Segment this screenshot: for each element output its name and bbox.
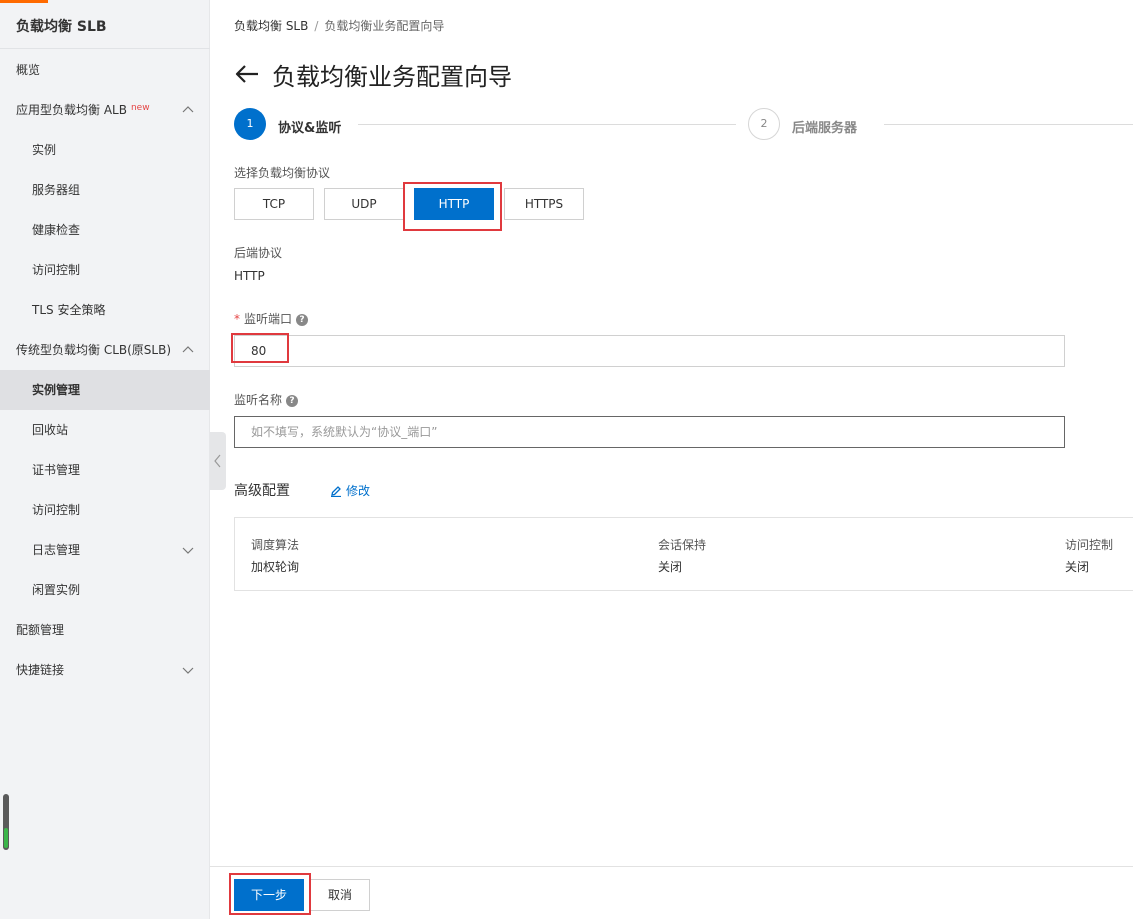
sidebar-item-label: 日志管理 xyxy=(32,543,81,557)
step-1-label: 协议&监听 xyxy=(278,121,342,136)
wizard-steps: 1 协议&监听 2 后端服务器 xyxy=(234,108,1133,140)
adv-key: 访问控制 xyxy=(1065,538,1114,552)
sidebar-item-alb[interactable]: 应用型负载均衡 ALB new xyxy=(0,90,210,130)
sidebar-item-clb[interactable]: 传统型负载均衡 CLB(原SLB) xyxy=(0,330,210,370)
sidebar-item-label: 实例管理 xyxy=(32,383,81,397)
sidebar-item-label: 传统型负载均衡 CLB(原SLB) xyxy=(16,343,172,357)
adv-key: 会话保持 xyxy=(658,538,707,552)
chevron-left-icon xyxy=(214,454,221,468)
adv-value: 关闭 xyxy=(1065,560,1090,574)
scroll-indicator[interactable] xyxy=(3,794,9,850)
new-badge: new xyxy=(130,103,150,113)
breadcrumb-root[interactable]: 负载均衡 SLB xyxy=(234,19,308,33)
listener-name-placeholder: 如不填写，系统默认为“协议_端口” xyxy=(251,425,438,439)
sidebar-item-label: 访问控制 xyxy=(32,263,81,277)
advanced-config-summary: 调度算法 加权轮询 会话保持 关闭 访问控制 关闭 xyxy=(234,517,1133,591)
sidebar-item-label: 证书管理 xyxy=(32,463,81,477)
sidebar-brand: 负载均衡 SLB xyxy=(16,19,107,35)
adv-col-acl: 访问控制 关闭 xyxy=(1065,536,1113,575)
backend-protocol-label: 后端协议 xyxy=(234,246,283,260)
sidebar-item-label: 服务器组 xyxy=(32,183,81,197)
protocol-udp-button[interactable]: UDP xyxy=(324,188,404,220)
chevron-up-icon[interactable] xyxy=(182,104,194,116)
edit-advanced-link[interactable]: 修改 xyxy=(330,482,370,499)
sidebar-item-label: 健康检查 xyxy=(32,223,81,237)
edit-link-label: 修改 xyxy=(346,484,371,498)
port-input-value: 80 xyxy=(251,344,267,358)
sidebar-item-label: 快捷链接 xyxy=(16,663,65,677)
sidebar-item-quick-links[interactable]: 快捷链接 xyxy=(0,650,210,690)
footer-bar: 下一步 取消 xyxy=(210,866,1133,919)
step-2-indicator: 2 xyxy=(748,108,780,140)
sidebar-item-label: 闲置实例 xyxy=(32,583,81,597)
protocol-tcp-button[interactable]: TCP xyxy=(234,188,314,220)
cancel-button[interactable]: 取消 xyxy=(310,879,370,911)
backend-protocol-value: HTTP xyxy=(234,269,265,283)
adv-value: 关闭 xyxy=(658,560,683,574)
next-button[interactable]: 下一步 xyxy=(234,879,304,911)
help-icon[interactable]: ? xyxy=(296,313,309,326)
sidebar: 负载均衡 SLB 概览 应用型负载均衡 ALB new 实例 服务器组 健康检查 … xyxy=(0,0,210,919)
edit-icon xyxy=(331,485,341,497)
sidebar-item-label: 实例 xyxy=(32,143,57,157)
arrow-left-icon[interactable] xyxy=(234,61,260,87)
brand-accent-bar xyxy=(0,0,48,3)
sidebar-item-label: 应用型负载均衡 ALB xyxy=(16,103,127,117)
main-content: 负载均衡 SLB / 负载均衡业务配置向导 负载均衡业务配置向导 1 协议&监听 2… xyxy=(226,0,1133,919)
sidebar-item-idle-instances[interactable]: 闲置实例 xyxy=(0,570,210,610)
step-2-label: 后端服务器 xyxy=(792,121,858,136)
sidebar-item-logs[interactable]: 日志管理 xyxy=(0,530,210,570)
sidebar-item-instance-management[interactable]: 实例管理 xyxy=(0,370,210,410)
sidebar-item-access-control-clb[interactable]: 访问控制 xyxy=(0,490,210,530)
help-icon[interactable]: ? xyxy=(286,394,299,407)
adv-col-session: 会话保持 关闭 xyxy=(658,536,706,575)
adv-value: 加权轮询 xyxy=(251,560,300,574)
chevron-down-icon[interactable] xyxy=(182,664,194,676)
sidebar-item-certificates[interactable]: 证书管理 xyxy=(0,450,210,490)
page-header: 负载均衡业务配置向导 xyxy=(234,56,512,92)
sidebar-item-tls-policy[interactable]: TLS 安全策略 xyxy=(0,290,210,330)
step-connector xyxy=(358,124,736,125)
sidebar-item-recycle-bin[interactable]: 回收站 xyxy=(0,410,210,450)
adv-key: 调度算法 xyxy=(251,538,300,552)
page-title: 负载均衡业务配置向导 xyxy=(272,62,512,91)
sidebar-item-label: 回收站 xyxy=(32,423,69,437)
port-label: 监听端口 xyxy=(244,312,293,326)
advanced-config-title: 高级配置 xyxy=(234,483,290,499)
divider xyxy=(0,48,210,49)
adv-col-scheduler: 调度算法 加权轮询 xyxy=(251,536,299,575)
sidebar-item-label: 概览 xyxy=(16,63,41,77)
step-1-indicator: 1 xyxy=(234,108,266,140)
sidebar-collapse-handle[interactable] xyxy=(210,432,226,490)
name-label: 监听名称 xyxy=(234,393,283,407)
port-input[interactable]: 80 xyxy=(234,335,1065,367)
protocol-http-button[interactable]: HTTP xyxy=(414,188,494,220)
sidebar-item-health-check[interactable]: 健康检查 xyxy=(0,210,210,250)
port-label-row: * 监听端口? xyxy=(234,310,309,327)
sidebar-item-instance[interactable]: 实例 xyxy=(0,130,210,170)
sidebar-item-label: TLS 安全策略 xyxy=(32,303,106,317)
step-connector xyxy=(884,124,1133,125)
protocol-label: 选择负载均衡协议 xyxy=(234,166,331,180)
breadcrumb: 负载均衡 SLB / 负载均衡业务配置向导 xyxy=(234,17,444,34)
sidebar-item-server-group[interactable]: 服务器组 xyxy=(0,170,210,210)
sidebar-item-access-control-alb[interactable]: 访问控制 xyxy=(0,250,210,290)
sidebar-item-quota[interactable]: 配额管理 xyxy=(0,610,210,650)
required-mark: * xyxy=(234,312,240,326)
name-label-row: 监听名称? xyxy=(234,391,299,408)
sidebar-item-label: 配额管理 xyxy=(16,623,65,637)
protocol-https-button[interactable]: HTTPS xyxy=(504,188,584,220)
breadcrumb-separator: / xyxy=(314,19,319,33)
chevron-down-icon[interactable] xyxy=(182,544,194,556)
chevron-up-icon[interactable] xyxy=(182,344,194,356)
scroll-indicator-fill xyxy=(4,828,8,848)
breadcrumb-current: 负载均衡业务配置向导 xyxy=(324,19,445,33)
sidebar-item-overview[interactable]: 概览 xyxy=(0,50,210,90)
listener-name-input[interactable]: 如不填写，系统默认为“协议_端口” xyxy=(234,416,1065,448)
sidebar-item-label: 访问控制 xyxy=(32,503,81,517)
